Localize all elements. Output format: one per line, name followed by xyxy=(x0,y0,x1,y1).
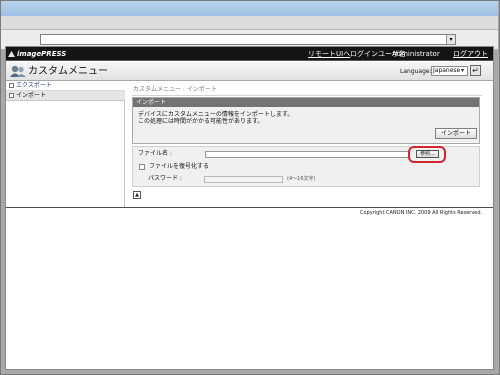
import-panel-title: インポート xyxy=(136,99,167,106)
sidebar-item-label: エクスポート xyxy=(16,82,52,89)
canon-logo-icon xyxy=(8,51,15,57)
browser-toolbar xyxy=(1,16,498,30)
import-description: この処理には時間がかかる可能性があります。 xyxy=(138,118,264,125)
arrow-up-icon: ▲ xyxy=(135,192,139,198)
file-name-input[interactable] xyxy=(205,151,410,158)
decrypt-checkbox[interactable] xyxy=(139,164,145,170)
page-title: カスタムメニュー xyxy=(28,66,108,77)
square-bullet-icon xyxy=(9,83,14,88)
page-top-button[interactable]: ▲ xyxy=(133,191,141,199)
return-arrow-icon: ↵ xyxy=(472,66,479,75)
chevron-down-icon[interactable]: ▾ xyxy=(461,67,464,75)
address-dropdown-icon[interactable]: ▾ xyxy=(446,35,455,44)
sidebar-item-label: インポート xyxy=(16,92,47,99)
language-label: Language: xyxy=(400,68,432,75)
file-name-label: ファイル名 : xyxy=(138,150,172,157)
password-label: パスワード : xyxy=(148,175,182,182)
remote-ui-link[interactable]: リモートUIへ xyxy=(308,49,350,59)
decrypt-checkbox-label: ファイルを復号化する xyxy=(149,163,210,170)
custom-menu-icon xyxy=(10,65,26,77)
password-hint: (4〜16文字) xyxy=(287,176,316,182)
login-user-name: Administrator xyxy=(392,50,440,58)
window-title-strip xyxy=(1,1,498,16)
divider xyxy=(132,95,482,96)
address-field[interactable] xyxy=(40,34,456,45)
logout-link[interactable]: ログアウト xyxy=(453,49,488,59)
import-panel-header xyxy=(133,98,479,107)
breadcrumb: カスタムメニュー : インポート xyxy=(133,86,217,93)
product-logo: imagePRESS xyxy=(17,50,67,58)
square-bullet-icon xyxy=(9,93,14,98)
copyright: Copyright CANON INC. 2009 All Rights Res… xyxy=(360,210,483,216)
language-apply-button[interactable]: ↵ xyxy=(470,65,481,76)
footer-divider xyxy=(6,207,493,208)
sidebar-item-import[interactable]: インポート xyxy=(6,91,125,101)
browse-button[interactable]: 参照... xyxy=(416,150,439,158)
password-input[interactable] xyxy=(204,176,283,183)
import-button[interactable]: インポート xyxy=(435,128,477,139)
sidebar-item-export[interactable]: エクスポート xyxy=(6,81,125,91)
